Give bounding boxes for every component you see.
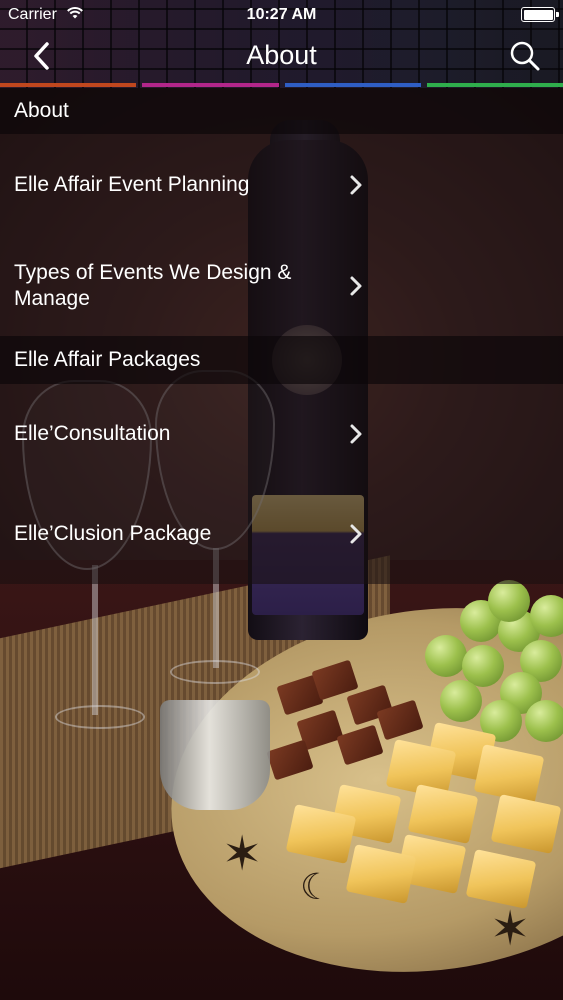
glass-stem-left — [92, 565, 98, 715]
app-header: Carrier 10:27 AM About — [0, 0, 563, 88]
tab-strip-blue — [284, 83, 421, 87]
glass-foot-left — [55, 705, 145, 729]
list-item-event-planning[interactable]: Elle Affair Event Planning — [0, 134, 563, 235]
section-header-packages: Elle Affair Packages — [0, 336, 563, 384]
clock: 10:27 AM — [246, 6, 317, 23]
list-item-label: Elle Affair Event Planning — [14, 172, 250, 196]
list-item-label: Types of Events We Design & Manage — [14, 260, 292, 310]
tab-strip-orange — [0, 83, 137, 87]
grape — [425, 635, 467, 677]
chevron-right-icon — [344, 422, 368, 446]
section-header-label: Elle Affair Packages — [14, 348, 201, 371]
star-decoration: ✶ — [490, 901, 531, 957]
page-title: About — [246, 40, 317, 70]
list-item-consultation[interactable]: Elle’Consultation — [0, 384, 563, 484]
list-item-clusion-package[interactable]: Elle’Clusion Package — [0, 484, 563, 584]
glass-foot-right — [170, 660, 260, 684]
moon-decoration: ☾ — [300, 867, 333, 908]
list-item-label: Elle’Consultation — [14, 422, 171, 445]
list-item-types-of-events[interactable]: Types of Events We Design & Manage — [0, 235, 563, 336]
grape — [525, 700, 563, 742]
section-header-label: About — [14, 99, 69, 122]
navigation-bar: About — [0, 30, 563, 82]
chevron-right-icon — [344, 522, 368, 546]
silver-crown-ornament — [160, 700, 270, 810]
section-header-about: About — [0, 88, 563, 134]
search-button[interactable] — [505, 36, 545, 76]
grape — [440, 680, 482, 722]
battery-icon — [521, 7, 559, 22]
chevron-right-icon — [344, 173, 368, 197]
chevron-right-icon — [344, 274, 368, 298]
list-item-label: Elle’Clusion Package — [14, 522, 212, 545]
tab-strip-magenta — [142, 83, 279, 87]
star-decoration: ✶ — [222, 826, 263, 882]
status-bar: Carrier 10:27 AM — [0, 0, 563, 30]
search-icon — [510, 41, 540, 71]
grape — [488, 580, 530, 622]
tab-strip-green — [426, 83, 563, 87]
